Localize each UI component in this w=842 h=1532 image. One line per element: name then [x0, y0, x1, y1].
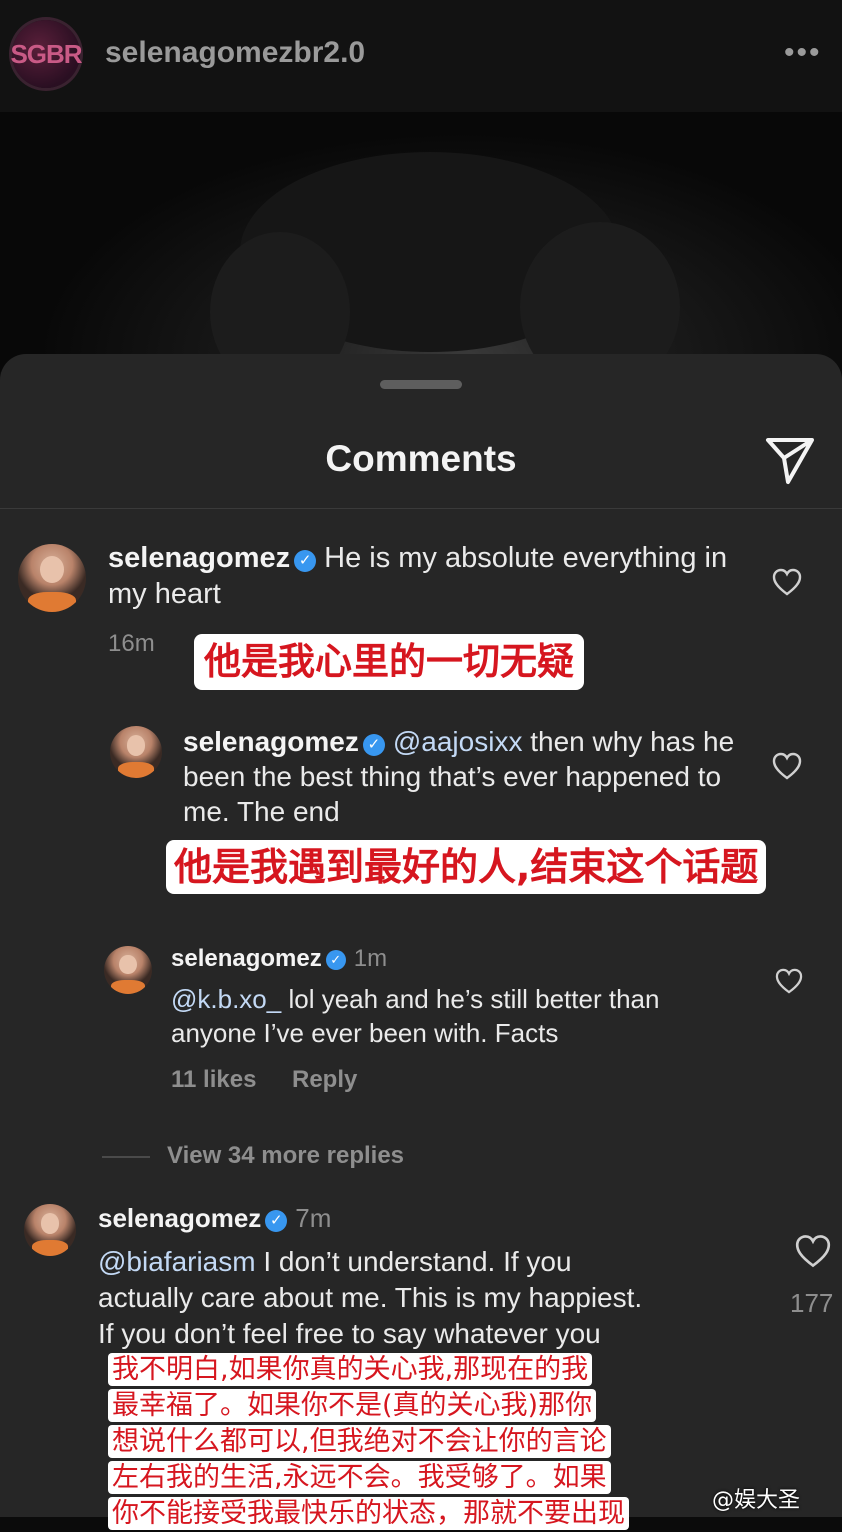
- verified-badge-icon: ✓: [294, 550, 317, 572]
- reply-button[interactable]: Reply: [292, 1066, 357, 1094]
- comment-username[interactable]: selenagomez: [171, 945, 322, 972]
- comment-time: 7m: [295, 1203, 332, 1233]
- translation-banner: 他是我心里的一切无疑: [194, 634, 584, 690]
- mention-link[interactable]: @k.b.xo_: [171, 984, 281, 1014]
- translation-line: 你不能接受我最快乐的状态，那就不要出现: [108, 1497, 629, 1530]
- verified-badge-icon: ✓: [325, 950, 346, 970]
- heart-icon[interactable]: [772, 568, 802, 596]
- comment-username[interactable]: selenagomez: [183, 726, 359, 757]
- translation-paragraph: 我不明白,如果你真的关心我,那现在的我 最幸福了。如果你不是(真的关心我)那你 …: [108, 1352, 698, 1532]
- reply-body: @k.b.xo_ lol yeah and he’s still better …: [171, 982, 731, 1050]
- heart-icon[interactable]: [775, 968, 803, 994]
- divider: [0, 508, 842, 509]
- reply-header: selenagomez ✓ 1m: [171, 944, 387, 974]
- translation-line: 想说什么都可以,但我绝对不会让你的言论: [108, 1425, 611, 1458]
- avatar[interactable]: [104, 946, 152, 994]
- translation-line: 我不明白,如果你真的关心我,那现在的我: [108, 1353, 593, 1386]
- divider: [102, 1156, 150, 1158]
- sheet-drag-handle[interactable]: [380, 380, 462, 389]
- comment-username[interactable]: selenagomez: [98, 1203, 261, 1233]
- translation-line: 最幸福了。如果你不是(真的关心我)那你: [108, 1389, 597, 1422]
- heart-icon[interactable]: [772, 752, 802, 780]
- translation-line: 左右我的生活,永远不会。我受够了。如果: [108, 1461, 611, 1494]
- comment-text: If you don’t feel free to say whatever y…: [98, 1318, 601, 1349]
- heart-icon[interactable]: [794, 1234, 832, 1268]
- like-count[interactable]: 11 likes: [171, 1066, 256, 1094]
- post-username[interactable]: selenagomezbr2.0: [105, 36, 365, 70]
- view-more-replies[interactable]: View 34 more replies: [167, 1142, 404, 1170]
- translation-banner: 他是我遇到最好的人,结束这个话题: [166, 840, 767, 894]
- comment-text: actually care about me. This is my happi…: [98, 1282, 643, 1313]
- mention-link[interactable]: @aajosixx: [393, 726, 523, 757]
- reply-body: selenagomez ✓ @aajosixx then why has he be…: [183, 724, 743, 829]
- more-icon[interactable]: •••: [784, 36, 822, 70]
- comment-header: selenagomez ✓ 7m: [98, 1202, 331, 1234]
- comment-text: I don’t understand. If you: [263, 1246, 572, 1277]
- mention-link[interactable]: @biafariasm: [98, 1246, 256, 1277]
- post-photo: [0, 112, 842, 392]
- comment-username[interactable]: selenagomez: [108, 542, 290, 574]
- comment-body: selenagomez ✓ He is my absolute everything…: [108, 540, 728, 612]
- comment-body: @biafariasm I don’t understand. If you a…: [98, 1244, 778, 1352]
- comment-time: 1m: [353, 945, 388, 972]
- like-count[interactable]: 177: [790, 1288, 833, 1319]
- watermark: @娱大圣: [712, 1488, 801, 1513]
- paper-plane-icon[interactable]: [764, 434, 816, 486]
- sheet-title: Comments: [325, 438, 517, 479]
- avatar[interactable]: [18, 544, 86, 612]
- verified-badge-icon: ✓: [362, 734, 385, 756]
- avatar[interactable]: [24, 1204, 76, 1256]
- post-avatar[interactable]: SGBR: [10, 20, 83, 88]
- avatar[interactable]: [110, 726, 162, 778]
- verified-badge-icon: ✓: [265, 1210, 288, 1232]
- comment-time: 16m: [108, 630, 155, 657]
